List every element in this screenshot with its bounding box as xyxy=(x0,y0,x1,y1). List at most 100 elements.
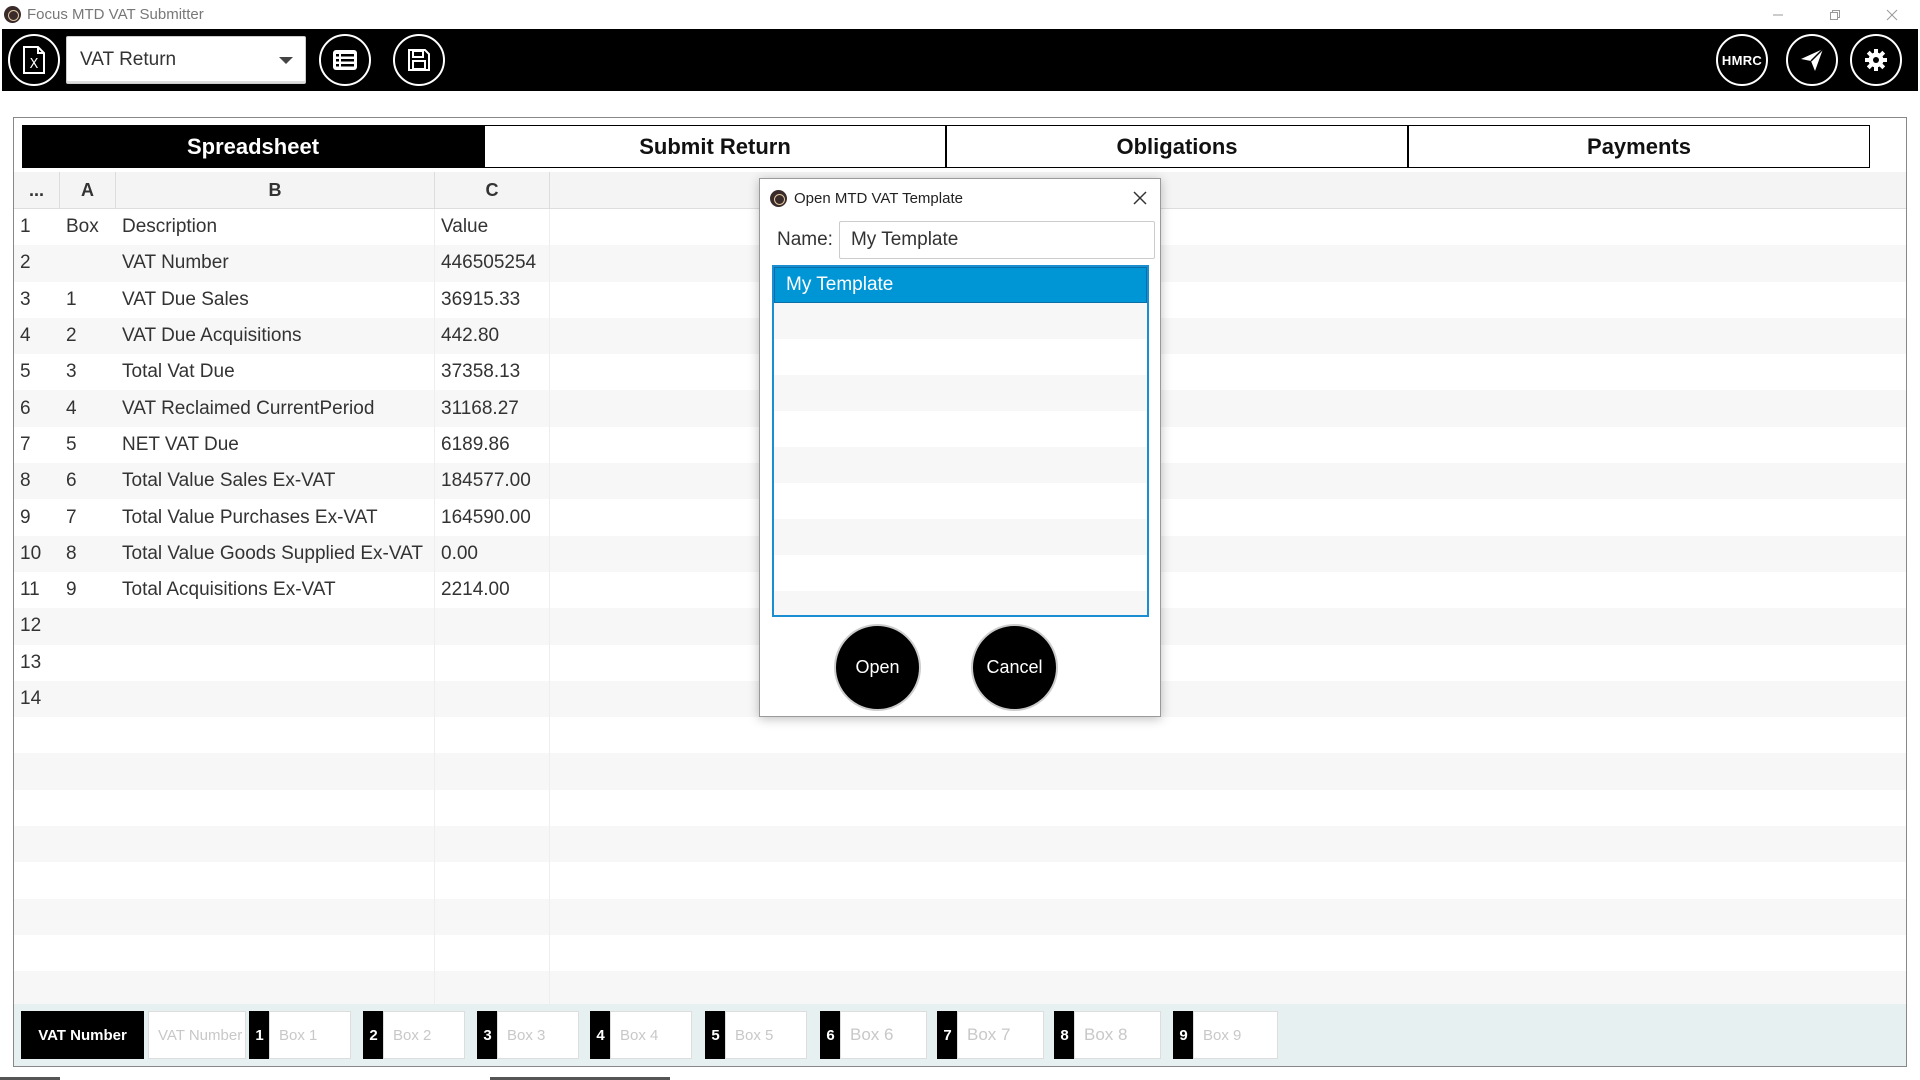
vat-number-input[interactable]: VAT Number xyxy=(148,1011,246,1059)
cell-c[interactable] xyxy=(435,898,550,935)
column-header-c[interactable]: C xyxy=(435,172,550,209)
tab-spreadsheet[interactable]: Spreadsheet xyxy=(22,125,484,168)
template-list[interactable]: My Template xyxy=(772,265,1149,617)
cell-a[interactable]: 1 xyxy=(60,289,116,311)
cell-c[interactable] xyxy=(435,717,550,754)
column-header-select-all[interactable]: ... xyxy=(14,172,60,209)
cell-b[interactable] xyxy=(116,971,435,1008)
box-5-input[interactable]: Box 5 xyxy=(725,1011,807,1059)
cell-c[interactable]: 164590.00 xyxy=(435,499,550,536)
cell-a[interactable]: 5 xyxy=(60,434,116,456)
cell-b[interactable]: Total Vat Due xyxy=(116,354,435,391)
cell-c[interactable]: 2214.00 xyxy=(435,571,550,609)
box-6-label: 6 xyxy=(820,1011,841,1059)
restore-icon[interactable] xyxy=(1806,0,1863,29)
row-number-cell: 10 xyxy=(20,542,42,564)
settings-button[interactable] xyxy=(1850,34,1902,86)
cell-c[interactable]: 37358.13 xyxy=(435,354,550,391)
cell-c[interactable]: Value xyxy=(435,209,550,246)
cell-a[interactable]: Box xyxy=(60,216,116,238)
box-8-input[interactable]: Box 8 xyxy=(1074,1011,1161,1059)
cell-c[interactable]: 31168.27 xyxy=(435,390,550,427)
hmrc-button[interactable]: HMRC xyxy=(1716,34,1768,86)
box-1-input[interactable]: Box 1 xyxy=(269,1011,351,1059)
table-row xyxy=(14,717,1906,754)
box-2-input[interactable]: Box 2 xyxy=(383,1011,465,1059)
list-button[interactable] xyxy=(319,34,371,86)
box-9-input[interactable]: Box 9 xyxy=(1193,1011,1278,1059)
cell-a[interactable]: 3 xyxy=(60,361,116,383)
box-3-input[interactable]: Box 3 xyxy=(497,1011,579,1059)
list-icon xyxy=(333,50,357,70)
cell-b[interactable]: NET VAT Due xyxy=(116,426,435,464)
tab-obligations[interactable]: Obligations xyxy=(946,125,1408,168)
cell-c[interactable]: 0.00 xyxy=(435,535,550,572)
cell-b[interactable] xyxy=(116,826,435,863)
cell-c[interactable] xyxy=(435,680,550,718)
close-icon[interactable] xyxy=(1130,188,1150,208)
open-template-dialog: Open MTD VAT Template Name: My Template … xyxy=(759,178,1161,717)
cell-a[interactable]: 7 xyxy=(60,507,116,529)
cell-c[interactable] xyxy=(435,644,550,681)
box-2-label: 2 xyxy=(363,1011,384,1059)
cell-c[interactable]: 442.80 xyxy=(435,317,550,355)
tab-payments[interactable]: Payments xyxy=(1408,125,1870,168)
save-button[interactable] xyxy=(393,34,445,86)
cell-c[interactable]: 446505254 xyxy=(435,245,550,282)
tab-submit-return[interactable]: Submit Return xyxy=(484,125,946,168)
list-item xyxy=(774,591,1147,615)
box-5-label: 5 xyxy=(705,1011,726,1059)
cell-b[interactable]: VAT Number xyxy=(116,245,435,282)
cell-b[interactable]: Total Value Goods Supplied Ex-VAT xyxy=(116,535,435,572)
cell-b[interactable] xyxy=(116,934,435,972)
table-row xyxy=(14,971,1906,1008)
cell-c[interactable] xyxy=(435,826,550,863)
cell-a[interactable]: 2 xyxy=(60,325,116,347)
cell-b[interactable]: VAT Reclaimed CurrentPeriod xyxy=(116,390,435,427)
cell-c[interactable]: 36915.33 xyxy=(435,281,550,318)
column-header-b[interactable]: B xyxy=(116,172,435,209)
cell-b[interactable] xyxy=(116,862,435,899)
close-icon[interactable] xyxy=(1863,0,1920,29)
submit-send-button[interactable] xyxy=(1786,34,1838,86)
cell-b[interactable]: Total Value Sales Ex-VAT xyxy=(116,463,435,500)
return-type-dropdown[interactable]: VAT Return xyxy=(66,36,306,84)
cell-a[interactable]: 6 xyxy=(60,470,116,492)
cell-b[interactable]: VAT Due Sales xyxy=(116,281,435,318)
open-button[interactable]: Open xyxy=(834,624,921,711)
cell-a[interactable]: 9 xyxy=(60,579,116,601)
list-item xyxy=(774,411,1147,447)
row-number-cell: 9 xyxy=(20,506,31,528)
cell-b[interactable] xyxy=(116,898,435,935)
cell-c[interactable]: 184577.00 xyxy=(435,463,550,500)
cell-b[interactable] xyxy=(116,644,435,681)
template-name-input[interactable]: My Template xyxy=(838,221,1155,259)
cell-a[interactable]: 8 xyxy=(60,543,116,565)
cell-c[interactable] xyxy=(435,971,550,1008)
list-item[interactable]: My Template xyxy=(774,267,1147,303)
cell-c[interactable] xyxy=(435,608,550,645)
cell-c[interactable] xyxy=(435,862,550,899)
box-6-input[interactable]: Box 6 xyxy=(840,1011,927,1059)
cell-b[interactable]: VAT Due Acquisitions xyxy=(116,317,435,355)
cell-a[interactable]: 4 xyxy=(60,398,116,420)
cell-c[interactable]: 6189.86 xyxy=(435,426,550,464)
cell-b[interactable] xyxy=(116,717,435,754)
cell-b[interactable]: Total Value Purchases Ex-VAT xyxy=(116,499,435,536)
cell-c[interactable] xyxy=(435,753,550,790)
cell-b[interactable] xyxy=(116,680,435,718)
excel-file-button[interactable]: X xyxy=(8,34,60,86)
cell-b[interactable]: Description xyxy=(116,209,435,246)
cell-c[interactable] xyxy=(435,789,550,827)
box-1-label: 1 xyxy=(249,1011,270,1059)
cell-b[interactable] xyxy=(116,608,435,645)
box-7-input[interactable]: Box 7 xyxy=(957,1011,1044,1059)
cell-b[interactable] xyxy=(116,789,435,827)
cancel-button[interactable]: Cancel xyxy=(971,624,1058,711)
column-header-a[interactable]: A xyxy=(60,172,116,209)
cell-c[interactable] xyxy=(435,934,550,972)
cell-b[interactable] xyxy=(116,753,435,790)
box-4-input[interactable]: Box 4 xyxy=(610,1011,692,1059)
cell-b[interactable]: Total Acquisitions Ex-VAT xyxy=(116,571,435,609)
minimize-icon[interactable] xyxy=(1749,0,1806,29)
